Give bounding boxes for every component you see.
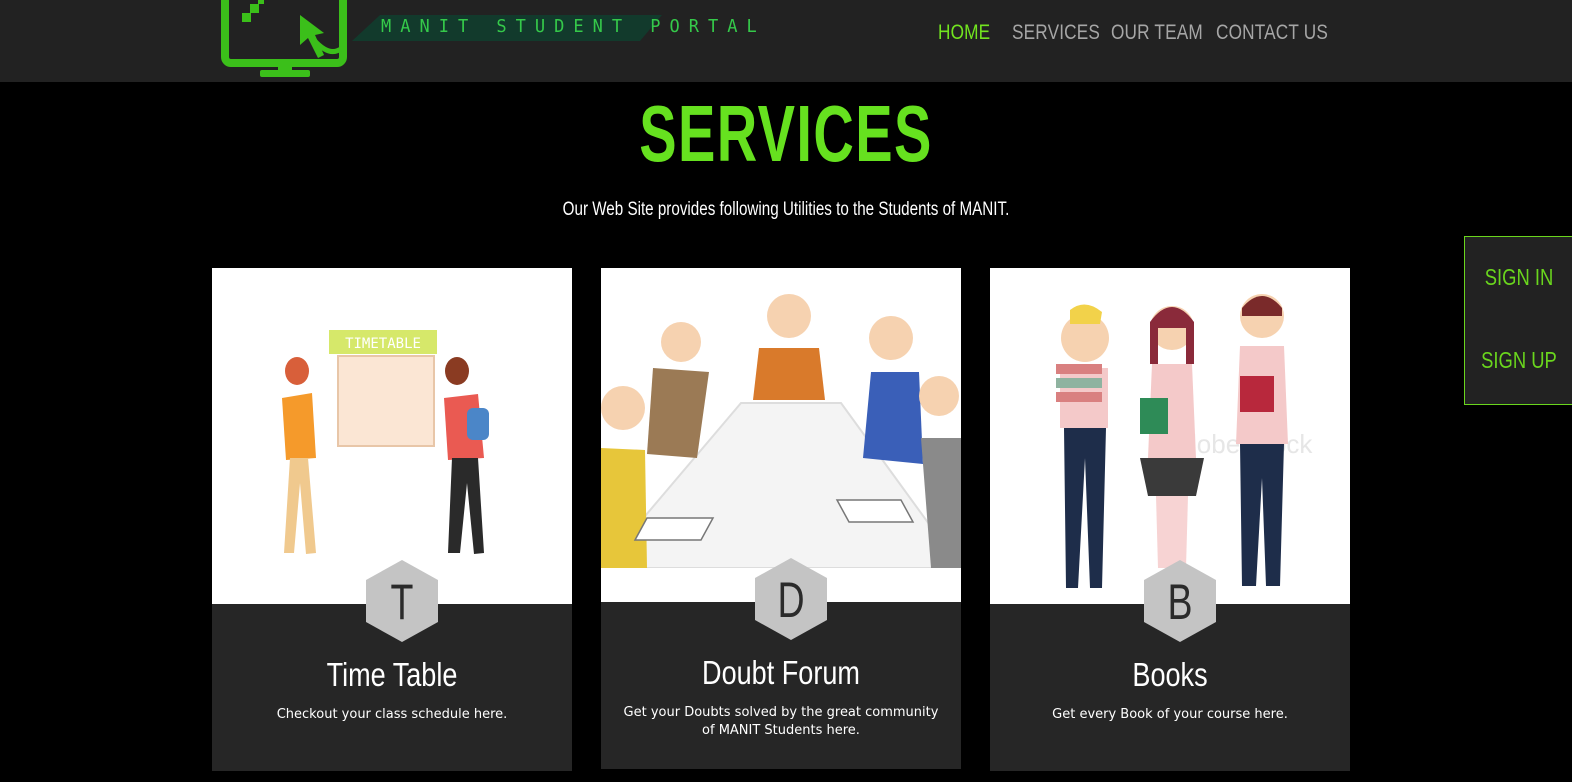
monitor-logo-icon[interactable] — [220, 0, 350, 80]
logo-text: MANIT STUDENT PORTAL — [381, 16, 766, 38]
card-description: Get every Book of your course here. — [1052, 707, 1288, 722]
card-title: Time Table — [326, 656, 458, 693]
sign-up-button[interactable]: SIGN UP — [1476, 347, 1562, 374]
nav-our-team[interactable]: OUR TEAM — [1111, 21, 1203, 45]
page-title: SERVICES — [639, 89, 933, 178]
service-card-books[interactable]: Adobe Stock B Books Get every Book of yo… — [990, 268, 1350, 771]
badge-letter: D — [777, 572, 805, 628]
sign-in-button[interactable]: SIGN IN — [1476, 264, 1562, 291]
nav-home[interactable]: HOME — [938, 21, 990, 45]
meeting-illustration — [601, 268, 961, 602]
timetable-illustration: TIMETABLE — [212, 268, 572, 604]
students-with-books-illustration: Adobe Stock — [990, 268, 1350, 604]
navbar: MANIT STUDENT PORTAL HOME SERVICES OUR T… — [0, 0, 1572, 82]
nav-services[interactable]: SERVICES — [1012, 21, 1100, 45]
badge-letter: T — [390, 574, 414, 630]
page-subtitle: Our Web Site provides following Utilitie… — [562, 199, 1010, 220]
service-card-doubt-forum[interactable]: D Doubt Forum Get your Doubts solved by … — [601, 268, 961, 769]
auth-panel: SIGN IN SIGN UP — [1464, 236, 1572, 405]
card-title: Doubt Forum — [702, 654, 860, 691]
badge-letter: B — [1167, 574, 1193, 630]
card-description: Checkout your class schedule here. — [276, 707, 508, 722]
timetable-sign-text: TIMETABLE — [345, 336, 421, 352]
service-card-time-table[interactable]: TIMETABLE T Time Table Checkout your cla… — [212, 268, 572, 771]
card-title: Books — [1132, 656, 1208, 693]
nav-contact-us[interactable]: CONTACT US — [1216, 21, 1328, 45]
card-description: Get your Doubts solved by the great comm… — [623, 705, 939, 738]
